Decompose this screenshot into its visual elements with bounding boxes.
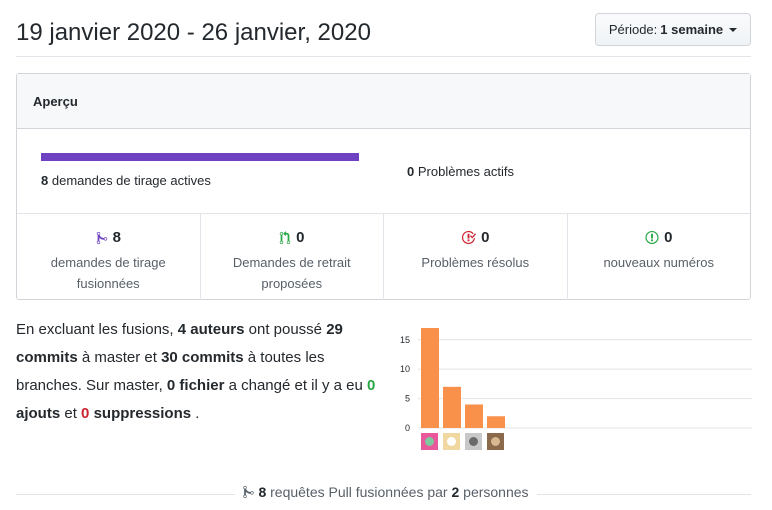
contributor-bar[interactable] (465, 404, 483, 428)
stat-open-prs-value: 0 (296, 229, 305, 246)
overview-summary: 8 demandes de tirage actives 0 Problèmes… (17, 129, 750, 214)
y-tick-label: 0 (405, 423, 410, 433)
footer-text-1: requêtes Pull fusionnées par (270, 484, 448, 500)
merged-pr-icon (96, 231, 107, 244)
caret-down-icon (729, 27, 738, 32)
footer-pr-count: 8 (258, 484, 267, 500)
stat-new-issues[interactable]: 0 nouveaux numéros (568, 214, 751, 300)
footer-people-count: 2 (451, 484, 460, 500)
contributors-chart: 0 5 10 15 (390, 320, 752, 455)
header: 19 janvier 2020 - 26 janvier, 2020 Pério… (16, 12, 751, 57)
stat-merged-prs-label: demandes de tirage fusionnées (50, 255, 166, 291)
contributor-avatar[interactable] (443, 433, 460, 450)
additions-count: 0 (367, 377, 376, 394)
summary-text: . (195, 405, 200, 422)
pr-progress-fill (41, 153, 359, 161)
y-tick-label: 15 (400, 335, 410, 345)
files-changed-count: 0 fichier (166, 377, 225, 394)
issue-closed-icon (462, 230, 477, 245)
overview-title: Aperçu (17, 74, 750, 129)
active-pr-label: demandes de tirage actives (51, 173, 211, 188)
contributor-bar[interactable] (487, 416, 505, 428)
open-pr-icon (279, 230, 291, 244)
active-pr-summary[interactable]: 8 demandes de tirage actives (41, 173, 211, 188)
contributor-avatar[interactable] (465, 433, 482, 450)
stat-open-prs-label: Demandes de retrait proposées (232, 255, 351, 291)
deletions-count: 0 (81, 405, 90, 422)
additions-label: ajouts (16, 405, 61, 422)
stat-closed-issues-label: Problèmes résolus (421, 255, 530, 270)
stat-open-prs[interactable]: 0 Demandes de retrait proposées (201, 214, 384, 300)
contributors-bar-chart: 0 5 10 15 (400, 328, 752, 450)
issue-opened-icon (645, 230, 659, 245)
overview-stats: 8 demandes de tirage fusionnées 0 Demand… (17, 214, 750, 300)
deletions-label: suppressions (93, 405, 192, 422)
period-select-button[interactable]: Période: 1 semaine (595, 13, 751, 46)
authors-link[interactable]: 4 auteurs (178, 321, 245, 338)
summary-text: et (64, 405, 77, 422)
merged-pr-footer: 8 requêtes Pull fusionnées par 2 personn… (0, 484, 772, 502)
merged-pr-icon (243, 485, 255, 499)
period-value: 1 semaine (660, 22, 724, 37)
active-issues-count: 0 (407, 164, 415, 179)
stat-new-issues-value: 0 (664, 229, 673, 246)
contributor-bar[interactable] (421, 328, 439, 428)
stat-closed-issues-value: 0 (481, 229, 490, 246)
stat-closed-issues[interactable]: 0 Problèmes résolus (384, 214, 568, 300)
active-pr-count: 8 (41, 173, 49, 188)
summary-text: ont poussé (248, 321, 323, 338)
stat-merged-prs[interactable]: 8 demandes de tirage fusionnées (17, 214, 201, 300)
stat-merged-prs-value: 8 (112, 229, 121, 246)
active-issues-summary[interactable]: 0 Problèmes actifs (407, 164, 514, 179)
summary-text: à master et (81, 349, 157, 366)
summary-text: En excluant les fusions, (16, 321, 174, 338)
contributor-avatar[interactable] (421, 433, 438, 450)
footer-text-2: personnes (463, 484, 529, 500)
contributor-bar[interactable] (443, 386, 461, 428)
date-range-title: 19 janvier 2020 - 26 janvier, 2020 (16, 19, 371, 46)
contributor-avatar[interactable] (487, 433, 504, 450)
commit-summary: En excluant les fusions, 4 auteurs ont p… (16, 316, 386, 428)
y-tick-label: 5 (405, 394, 410, 404)
y-tick-label: 10 (400, 364, 410, 374)
pr-progress-bar (41, 153, 359, 161)
all-commits-count: 30 commits (161, 349, 244, 366)
period-label: Période: (608, 22, 658, 37)
active-issues-label: Problèmes actifs (417, 164, 514, 179)
summary-text: a changé et il y a eu (228, 377, 363, 394)
overview-panel: Aperçu 8 demandes de tirage actives 0 Pr… (16, 73, 751, 300)
stat-new-issues-label: nouveaux numéros (603, 255, 715, 270)
